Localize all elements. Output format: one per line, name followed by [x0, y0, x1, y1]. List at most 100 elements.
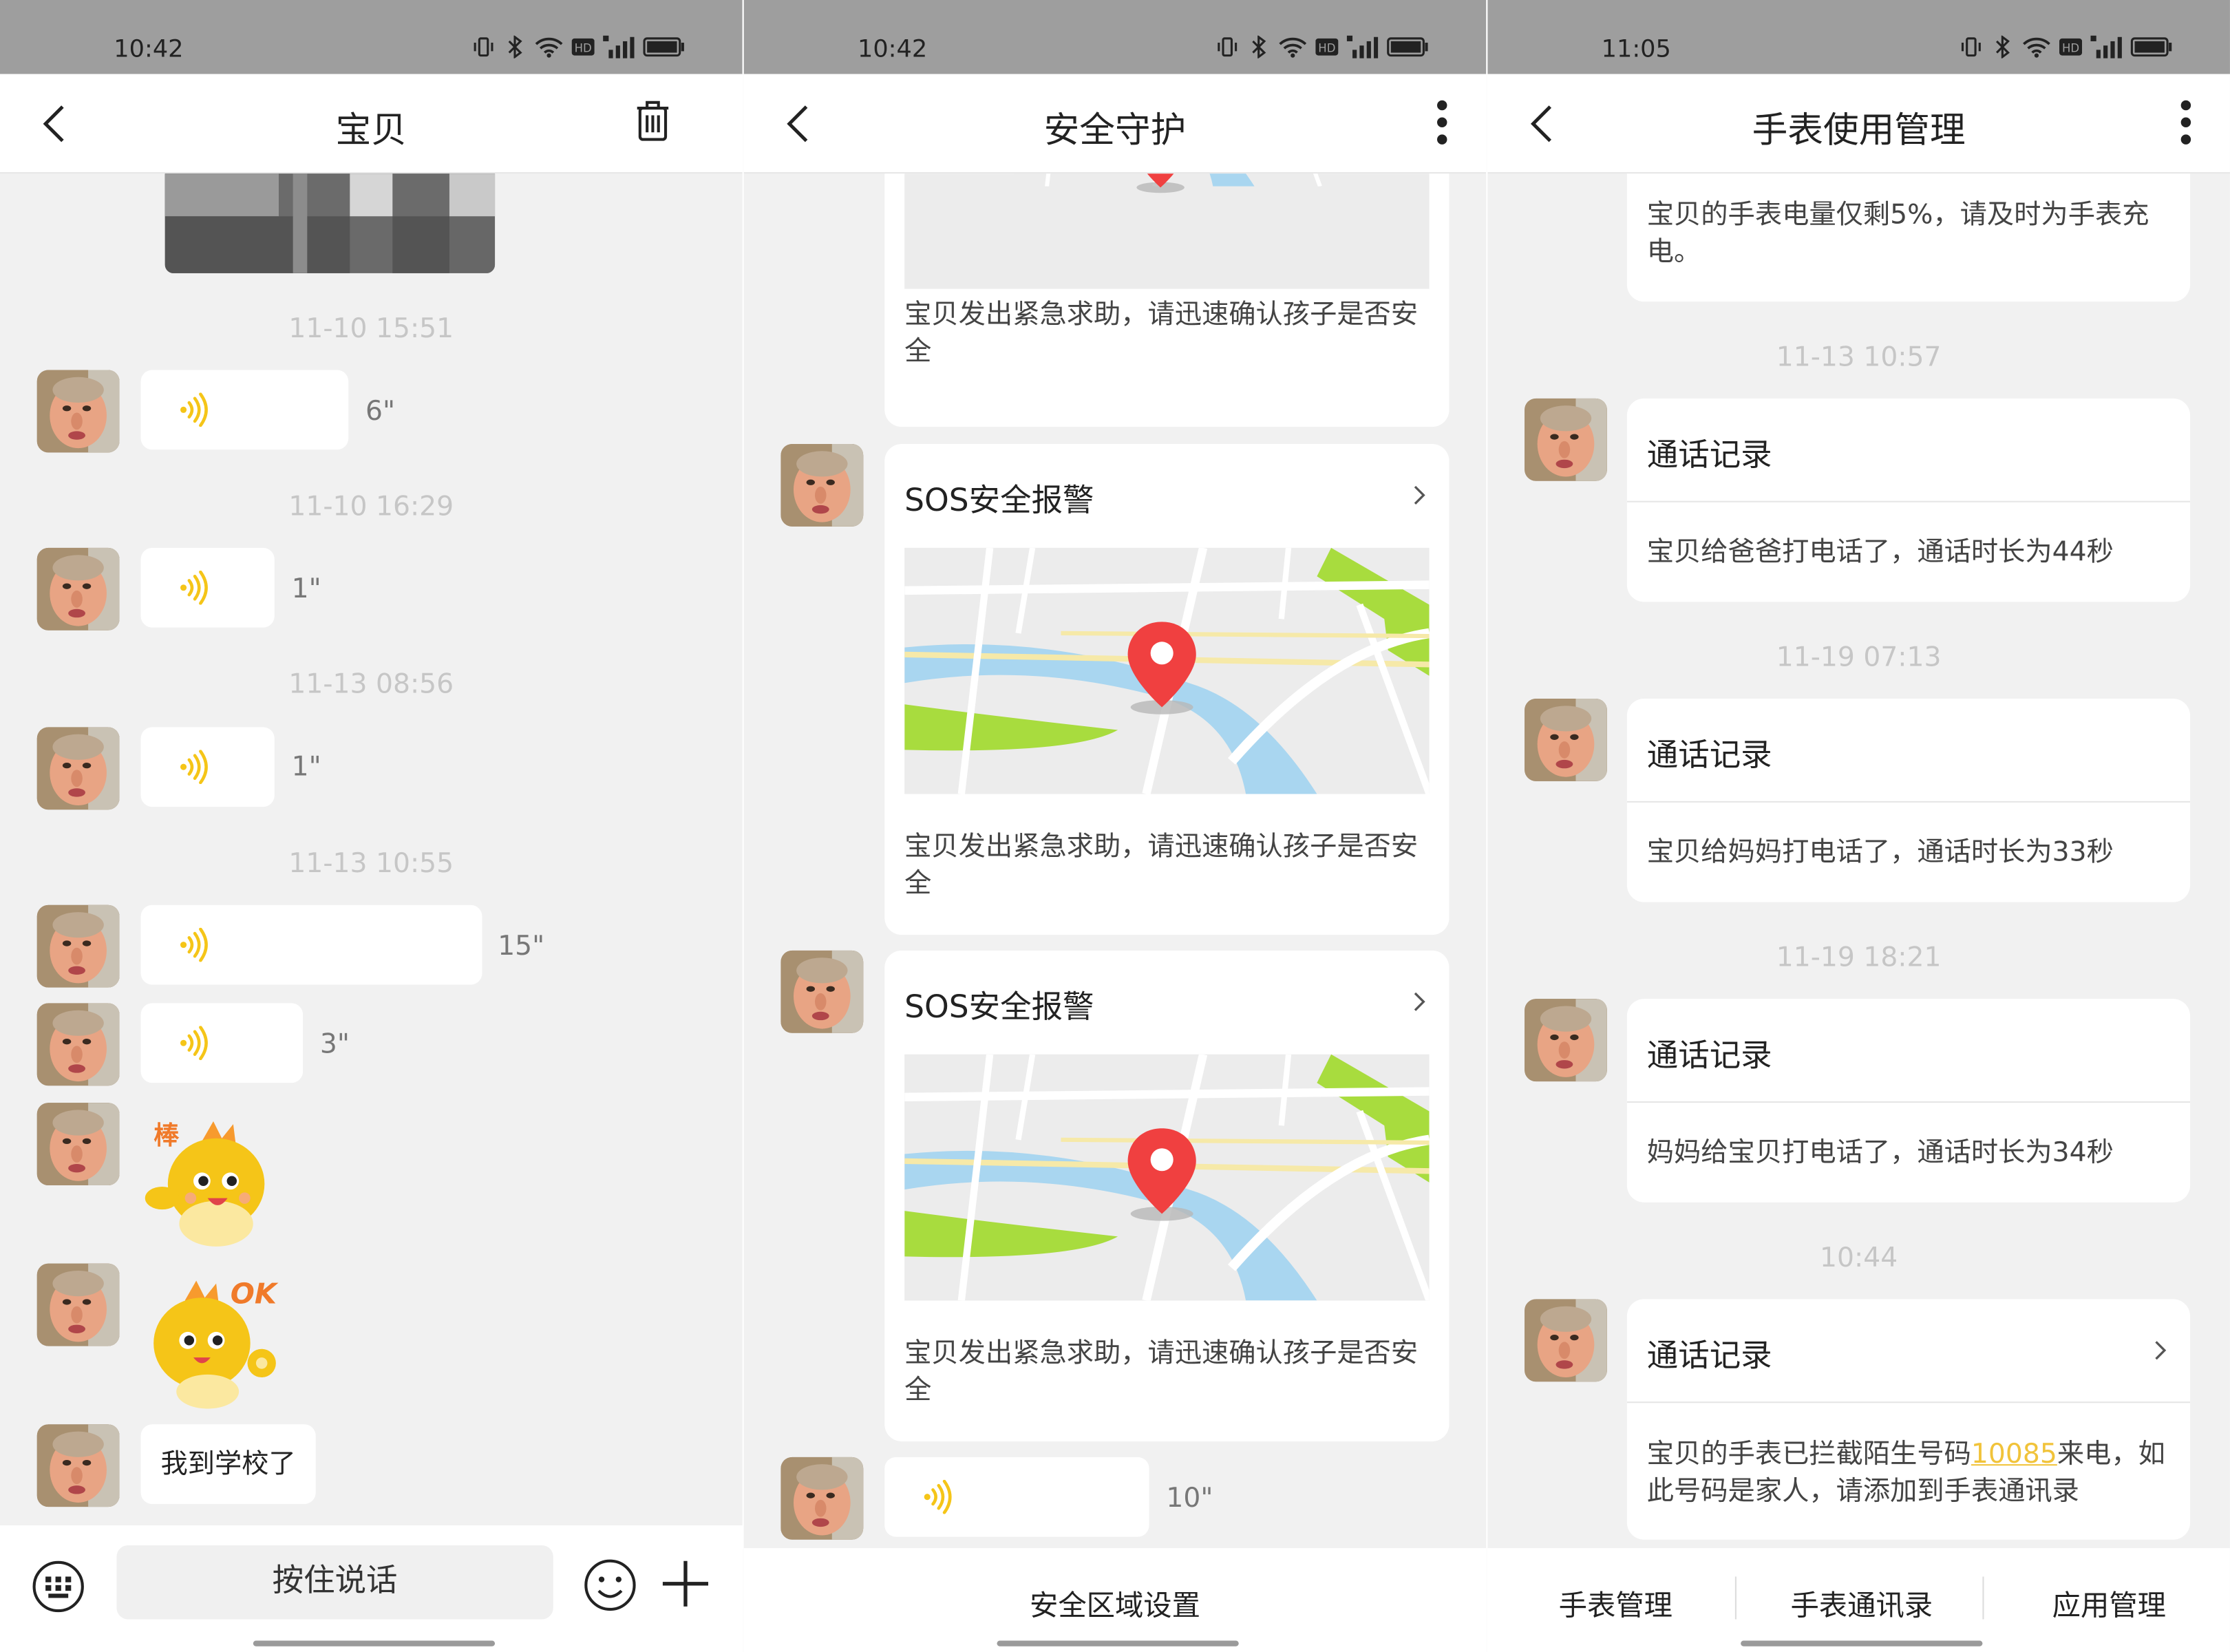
- voice-duration: 6": [365, 395, 396, 427]
- safe-zone-settings-button[interactable]: 安全区域设置: [744, 1582, 1487, 1624]
- alert-description: 宝贝发出紧急求助，请迅速确认孩子是否安全: [904, 831, 1419, 900]
- phone-number-link[interactable]: 10085: [1971, 1439, 2057, 1470]
- sos-alert-card[interactable]: SOS安全报警 宝贝发出紧急求助，请迅速确认孩子是否安全: [884, 443, 1450, 935]
- call-record-card[interactable]: 通话记录 宝贝给爸爸打电话了，通话时长为44秒: [1626, 398, 2191, 602]
- sos-alert-card[interactable]: 宝贝发出紧急求助，请迅速确认孩子是否安全: [884, 173, 1450, 427]
- card-title: SOS安全报警: [904, 990, 1094, 1026]
- voice-message[interactable]: [140, 370, 349, 450]
- tab-watch-contacts[interactable]: 手表通讯录: [1790, 1582, 1933, 1624]
- chevron-right-icon[interactable]: [1412, 484, 1427, 507]
- avatar[interactable]: [36, 904, 120, 988]
- voice-message[interactable]: [140, 727, 275, 807]
- vibrate-icon: [474, 37, 493, 57]
- avatar[interactable]: [36, 1103, 120, 1185]
- call-record-card[interactable]: 通话记录 宝贝给妈妈打电话了，通话时长为33秒: [1626, 698, 2191, 902]
- tab-watch-management[interactable]: 手表管理: [1559, 1582, 1672, 1624]
- alert-description: 宝贝发出紧急求助，请迅速确认孩子是否安全: [904, 299, 1419, 368]
- top-bar: 安全守护: [743, 74, 1487, 174]
- signal-icon: [2090, 35, 2122, 59]
- wifi-icon: [535, 37, 563, 58]
- battery-icon: [1387, 37, 1428, 57]
- status-time: 10:42: [857, 35, 928, 65]
- avatar[interactable]: [780, 443, 864, 527]
- keyboard-icon[interactable]: [31, 1560, 85, 1614]
- call-record-card[interactable]: 通话记录 妈妈给宝贝打电话了，通话时长为34秒: [1626, 999, 2191, 1203]
- svg-text:HD: HD: [575, 41, 592, 54]
- avatar[interactable]: [36, 1424, 120, 1507]
- emoji-icon[interactable]: [583, 1558, 637, 1613]
- avatar[interactable]: [36, 547, 120, 631]
- home-indicator[interactable]: [1741, 1640, 1983, 1646]
- hold-to-talk-button[interactable]: 按住说话: [116, 1545, 553, 1620]
- chevron-right-icon[interactable]: [1412, 991, 1427, 1013]
- voice-message[interactable]: [140, 1003, 304, 1083]
- plus-icon[interactable]: [660, 1558, 711, 1609]
- hd-icon: HD: [1315, 38, 1339, 56]
- timestamp: 11-13 08:56: [288, 668, 454, 701]
- divider: [1626, 801, 2191, 803]
- avatar[interactable]: [1525, 698, 1607, 781]
- call-description: 宝贝的手表已拦截陌生号码10085来电，如此号码是家人，请添加到手表通讯录: [1646, 1438, 2165, 1507]
- voice-duration: 1": [291, 573, 321, 605]
- status-icons: HD: [1216, 35, 1430, 59]
- voice-duration: 1": [291, 751, 321, 783]
- wifi-icon: [2023, 37, 2050, 58]
- avatar[interactable]: [36, 727, 120, 810]
- sos-alert-card[interactable]: SOS安全报警 宝贝发出紧急求助，请迅速确认孩子是否安全: [884, 950, 1450, 1442]
- map-thumbnail[interactable]: [904, 547, 1430, 794]
- avatar[interactable]: [1525, 999, 1607, 1082]
- battery-icon: [2130, 37, 2172, 57]
- avatar[interactable]: [1525, 1299, 1607, 1382]
- avatar[interactable]: [36, 1003, 120, 1086]
- avatar[interactable]: [36, 1263, 120, 1346]
- alert-list: 宝贝发出紧急求助，请迅速确认孩子是否安全 SOS安全报警 宝贝发出紧急求助，请迅…: [744, 173, 1487, 1548]
- location-pin-icon: [1125, 619, 1198, 716]
- timestamp: 11-19 18:21: [1776, 942, 1942, 973]
- voice-message[interactable]: [140, 547, 275, 628]
- blocked-call-card[interactable]: 通话记录 宝贝的手表已拦截陌生号码10085来电，如此号码是家人，请添加到手表通…: [1626, 1299, 2191, 1540]
- more-vertical-icon[interactable]: [2179, 100, 2194, 145]
- card-title: 通话记录: [1646, 1039, 1772, 1074]
- dino-sticker[interactable]: 棒: [142, 1113, 273, 1256]
- timestamp: 11-10 16:29: [288, 491, 454, 522]
- map-thumbnail: [904, 173, 1430, 289]
- divider: [1626, 500, 2191, 502]
- voice-wave-icon: [178, 571, 212, 605]
- avatar[interactable]: [1525, 398, 1607, 481]
- dino-ok-sticker[interactable]: OK: [142, 1269, 285, 1415]
- text-message[interactable]: 我到学校了: [140, 1424, 316, 1505]
- card-title: 通话记录: [1646, 738, 1772, 774]
- bottom-tabs: 手表管理 手表通讯录 应用管理: [1487, 1548, 2230, 1652]
- status-bar: 11:05 HD: [1487, 0, 2230, 74]
- trash-icon[interactable]: [635, 100, 672, 142]
- map-thumbnail[interactable]: [904, 1054, 1430, 1301]
- card-title: SOS安全报警: [904, 483, 1094, 520]
- voice-message[interactable]: [884, 1457, 1149, 1537]
- battery-icon: [643, 37, 684, 57]
- hd-icon: HD: [2059, 38, 2083, 56]
- status-time: 11:05: [1601, 35, 1671, 65]
- sticker-text: 棒: [153, 1120, 180, 1150]
- status-time: 10:42: [114, 35, 184, 65]
- home-indicator[interactable]: [253, 1640, 496, 1646]
- battery-warning-card[interactable]: 宝贝的手表电量仅剩5%，请及时为手表充电。: [1626, 173, 2191, 302]
- voice-wave-icon: [178, 750, 212, 784]
- tab-app-management[interactable]: 应用管理: [2052, 1582, 2166, 1624]
- more-vertical-icon[interactable]: [1435, 100, 1450, 145]
- voice-message[interactable]: [140, 904, 482, 985]
- timestamp: 11-13 10:57: [1776, 341, 1942, 373]
- photo-message[interactable]: [164, 173, 496, 273]
- bluetooth-icon: [1995, 35, 2010, 59]
- alert-description: 宝贝发出紧急求助，请迅速确认孩子是否安全: [904, 1337, 1419, 1406]
- status-icons: HD: [1960, 35, 2173, 59]
- call-description: 宝贝给爸爸打电话了，通话时长为44秒: [1646, 536, 2114, 568]
- avatar[interactable]: [780, 950, 864, 1033]
- wifi-icon: [1279, 37, 1307, 58]
- vibrate-icon: [1218, 37, 1238, 57]
- avatar[interactable]: [780, 1457, 864, 1540]
- home-indicator[interactable]: [997, 1640, 1239, 1646]
- card-title: 通话记录: [1646, 438, 1772, 474]
- avatar[interactable]: [36, 370, 120, 453]
- chevron-right-icon[interactable]: [2153, 1339, 2167, 1362]
- divider: [1626, 1101, 2191, 1103]
